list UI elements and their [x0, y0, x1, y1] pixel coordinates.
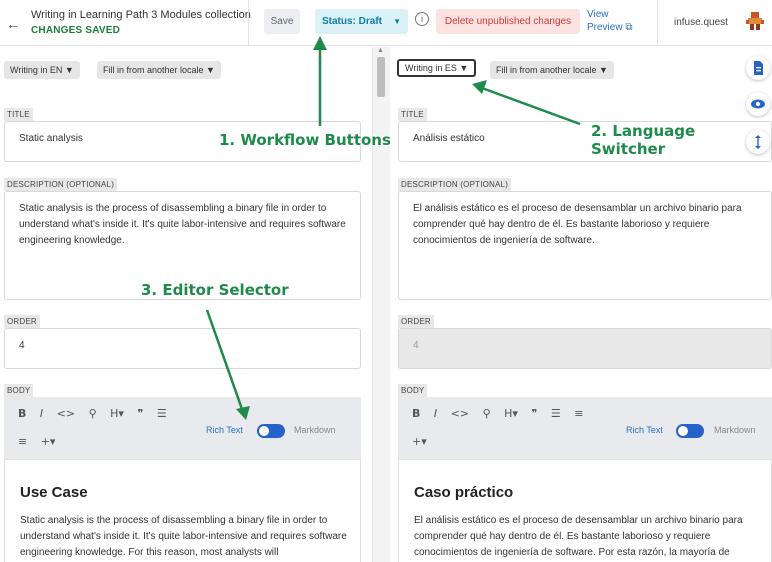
- annotation-arrows: [205, 36, 581, 420]
- annotation-editor: 3. Editor Selector: [141, 281, 289, 299]
- annotation-workflow: 1. Workflow Buttons: [219, 131, 391, 149]
- annotation-language: 2. Language Switcher: [591, 122, 695, 158]
- annotation-language-line1: 2. Language: [591, 122, 696, 140]
- annotation-language-line2: Switcher: [591, 140, 666, 158]
